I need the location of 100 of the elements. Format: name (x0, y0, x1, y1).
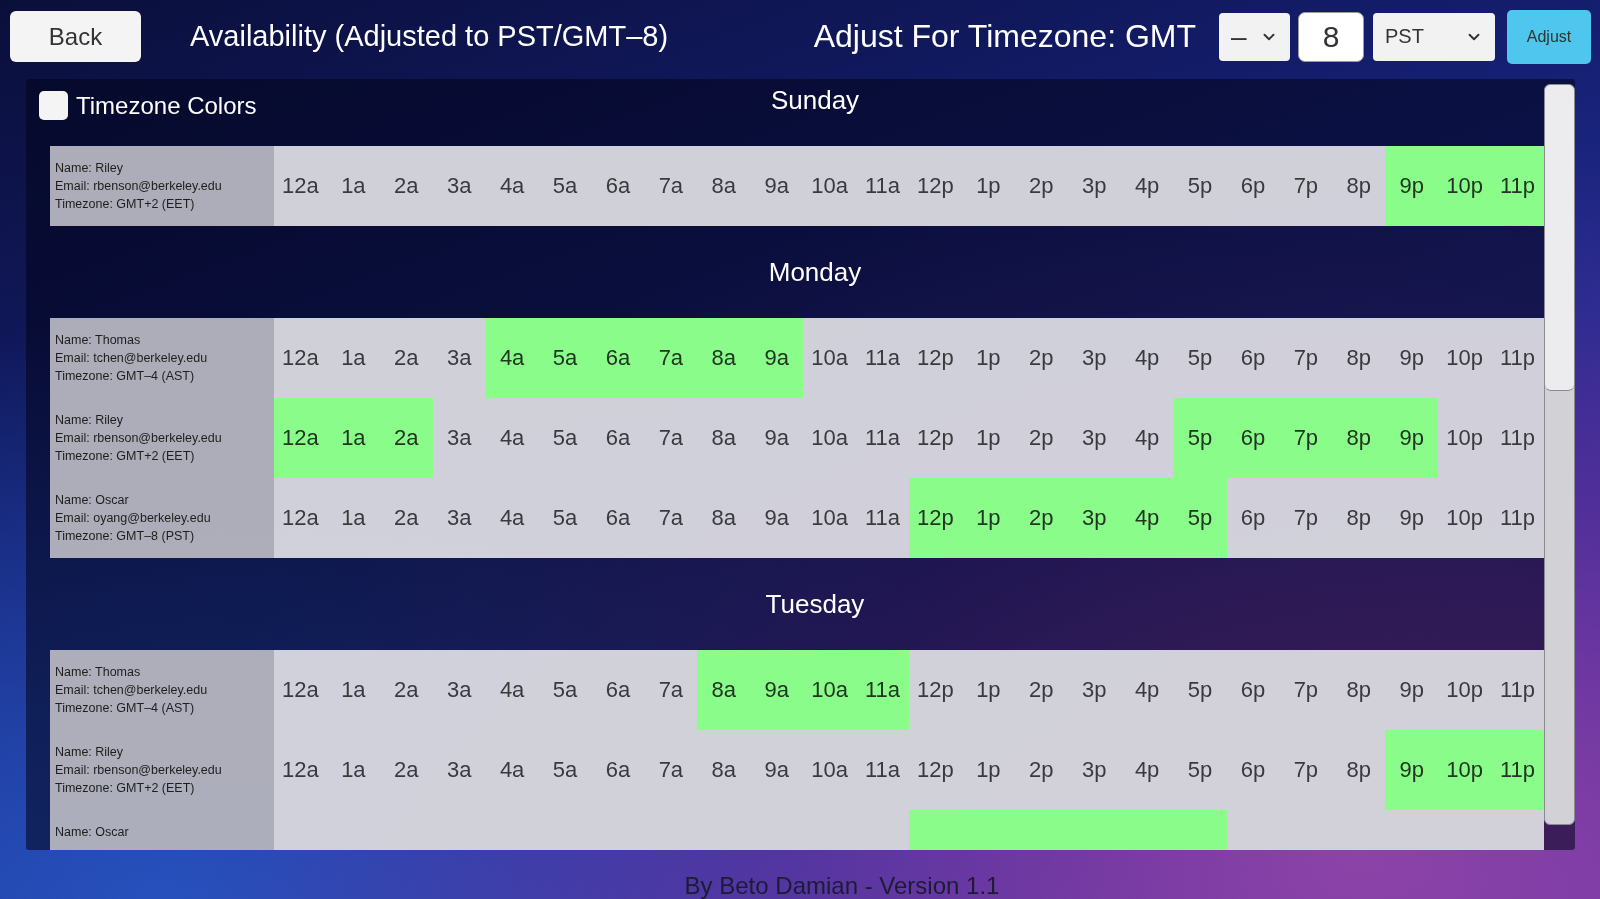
hour-cell: 4a (485, 146, 539, 226)
hour-cell: 8a (697, 730, 751, 810)
hour-cell: 8a (697, 398, 751, 478)
hour-cell: 3p (1067, 478, 1121, 558)
hour-cell: 7p (1279, 398, 1333, 478)
hour-cell: 4p (1120, 650, 1174, 730)
hour-cell: 6p (1226, 730, 1280, 810)
hour-cell: 1p (961, 650, 1015, 730)
hour-cell: 8p (1332, 730, 1386, 810)
hour-cell: 2p (1014, 146, 1068, 226)
hour-cell: 6a (591, 650, 645, 730)
hour-cell: 12p (909, 650, 962, 730)
hour-cell: 6p (1226, 478, 1280, 558)
hour-cell: 7p (1279, 146, 1333, 226)
hour-cell: 1p (961, 730, 1015, 810)
hour-cell: 7p (1279, 730, 1333, 810)
hour-cell: 6p (1226, 318, 1280, 398)
hour-cell: 5a (538, 318, 592, 398)
hour-cell: 5a (538, 398, 592, 478)
hour-cell: 9p (1385, 398, 1439, 478)
person-detail: Name: Riley (55, 412, 125, 429)
hour-cell: 11p (1491, 478, 1544, 558)
hour-cell: 4a (485, 730, 539, 810)
timezone-colors-checkbox[interactable] (39, 91, 68, 120)
hour-cell: 9a (750, 146, 804, 226)
hour-cell: 8p (1332, 478, 1386, 558)
sign-dropdown[interactable]: – (1219, 12, 1290, 61)
hour-cell: 5p (1173, 398, 1227, 478)
hour-cell: 12a (274, 146, 327, 226)
hour-cell: 5p (1173, 650, 1227, 730)
hour-cell: 3a (432, 730, 486, 810)
hour-cell: 9p (1385, 146, 1439, 226)
hour-cell: 6p (1226, 650, 1280, 730)
hour-cell: 10a (803, 730, 857, 810)
person-detail: Name: Oscar (55, 824, 130, 841)
hour-cell: 1a (326, 730, 380, 810)
hour-cell: 12p (909, 730, 962, 810)
person-detail: Email: rbenson@berkeley.edu (55, 178, 223, 195)
hour-cell: 12p (909, 398, 962, 478)
hour-cell: 9p (1385, 730, 1439, 810)
hour-cell: 3a (432, 650, 486, 730)
hour-cell: 12p (909, 478, 962, 558)
hour-cell: 7a (644, 730, 698, 810)
hour-cell: 3p (1067, 650, 1121, 730)
person-detail: Timezone: GMT+2 (EET) (55, 196, 196, 213)
scrollbar-track[interactable] (1544, 84, 1575, 825)
person-detail: Email: tchen@berkeley.edu (55, 682, 209, 699)
hour-cell: 6a (591, 318, 645, 398)
hour-cell: 1p (961, 478, 1015, 558)
hour-cell: 6a (591, 398, 645, 478)
hour-cell: 9a (750, 478, 804, 558)
hour-cell: 7p (1279, 478, 1333, 558)
hour-cell: 7a (644, 650, 698, 730)
hour-cell: 10a (803, 478, 857, 558)
hour-cell: 4a (485, 398, 539, 478)
person-detail: Email: rbenson@berkeley.edu (55, 430, 223, 447)
person-detail: Email: tchen@berkeley.edu (55, 350, 209, 367)
adjust-timezone-label: Adjust For Timezone: GMT (813, 18, 1196, 55)
timezone-dropdown[interactable]: PST (1373, 12, 1495, 61)
person-detail: Name: Oscar (55, 492, 130, 509)
day-heading: Sunday (770, 84, 860, 117)
back-button[interactable]: Back (10, 11, 141, 62)
hour-cell: 7a (644, 398, 698, 478)
hour-cell: 1p (961, 318, 1015, 398)
offset-input[interactable]: 8 (1298, 11, 1364, 62)
scrollbar-thumb[interactable] (1545, 85, 1574, 391)
hour-cell: 4p (1120, 730, 1174, 810)
hour-cell: 5p (1173, 730, 1227, 810)
hour-cell: 12a (274, 318, 327, 398)
hour-cell: 7p (1279, 318, 1333, 398)
hour-cell: 12a (274, 730, 327, 810)
hour-cell: 2p (1014, 650, 1068, 730)
hour-cell: 10a (803, 146, 857, 226)
adjust-button[interactable]: Adjust (1507, 9, 1591, 64)
hour-cell: 11p (1491, 730, 1544, 810)
hour-cell: 8a (697, 318, 751, 398)
hour-cell: 10p (1438, 478, 1492, 558)
hour-cell: 10p (1438, 318, 1492, 398)
hour-cell: 3a (432, 478, 486, 558)
hour-cell: 10a (803, 650, 857, 730)
hour-cell: 4a (485, 650, 539, 730)
hour-cell: 10p (1438, 730, 1492, 810)
hour-cell: 6p (1226, 146, 1280, 226)
hour-cell: 8p (1332, 650, 1386, 730)
hour-cell: 8a (697, 650, 751, 730)
hour-cell: 12p (909, 146, 962, 226)
footer-credit: By Beto Damian - Version 1.1 (684, 872, 1000, 899)
day-heading: Tuesday (765, 588, 865, 621)
hour-cell: 7a (644, 318, 698, 398)
hour-cell: 2p (1014, 478, 1068, 558)
hour-cell: 4p (1120, 318, 1174, 398)
person-detail: Timezone: GMT–4 (AST) (55, 700, 196, 717)
person-detail: Name: Thomas (55, 332, 142, 349)
hour-cell: 6a (591, 730, 645, 810)
hour-cell: 4p (1120, 478, 1174, 558)
hour-cell: 5a (538, 478, 592, 558)
hour-cell: 4a (485, 478, 539, 558)
hour-cell: 10p (1438, 146, 1492, 226)
hour-cell: 7a (644, 478, 698, 558)
hour-cell: 1p (961, 398, 1015, 478)
